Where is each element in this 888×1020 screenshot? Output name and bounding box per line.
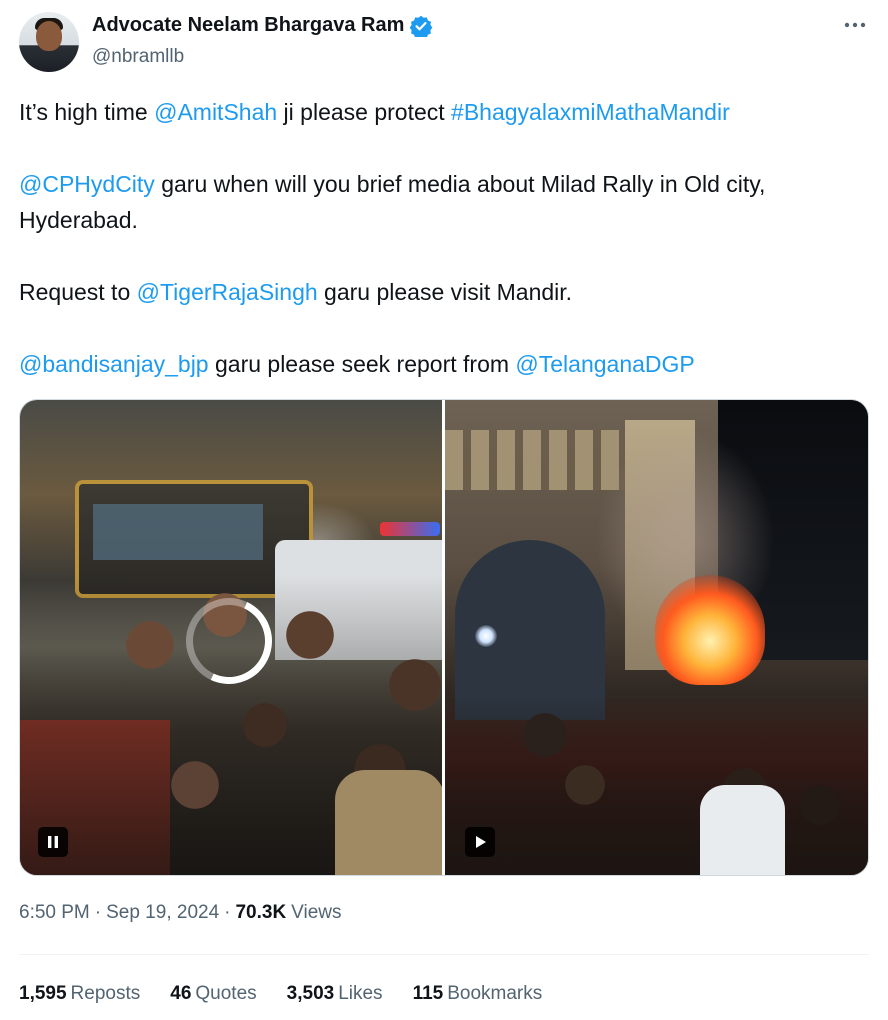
officer-shape — [335, 770, 442, 875]
crowd-shape — [445, 695, 868, 875]
tweet-date[interactable]: Sep 19, 2024 — [106, 902, 219, 924]
avatar[interactable] — [19, 12, 79, 72]
author-name-row: Advocate Neelam Bhargava Ram — [92, 14, 433, 37]
mention-link[interactable]: @CPHydCity — [19, 171, 155, 197]
bookmarks-label: Bookmarks — [447, 983, 543, 1004]
tweet-paragraph: Request to @TigerRajaSingh garu please v… — [19, 274, 869, 310]
meta-separator: · — [94, 902, 102, 923]
reposts-count: 1,595 — [19, 983, 67, 1004]
engagement-stats: 1,595 Reposts 46 Quotes 3,503 Likes 115 Book… — [19, 983, 572, 1005]
hashtag-link[interactable]: #BhagyalaxmiMathaMandir — [451, 99, 730, 125]
tweet-time[interactable]: 6:50 PM — [19, 902, 90, 924]
video-right[interactable] — [445, 400, 868, 875]
likes-label: Likes — [338, 983, 383, 1004]
likes-stat[interactable]: 3,503 Likes — [287, 983, 383, 1005]
text-span: garu please seek report from — [208, 351, 516, 377]
media-grid — [19, 399, 869, 876]
street-lamp-shape — [475, 625, 497, 647]
tweet-text: It’s high time @AmitShah ji please prote… — [19, 94, 869, 382]
bookmarks-count: 115 — [412, 983, 444, 1004]
mention-link[interactable]: @bandisanjay_bjp — [19, 351, 209, 377]
person-shape — [700, 785, 785, 875]
author-display-name[interactable]: Advocate Neelam Bhargava Ram — [92, 14, 404, 37]
mention-link[interactable]: @TelanganaDGP — [515, 351, 694, 377]
verified-badge-icon[interactable] — [410, 15, 433, 37]
text-span: It’s high time — [19, 99, 155, 125]
tweet: Advocate Neelam Bhargava Ram @nbramllb I… — [0, 0, 888, 1020]
pause-icon — [48, 836, 58, 848]
mention-link[interactable]: @AmitShah — [154, 99, 277, 125]
video-left[interactable] — [20, 400, 442, 875]
quotes-count: 46 — [170, 983, 192, 1004]
bookmarks-stat[interactable]: 115 Bookmarks — [413, 983, 543, 1005]
quotes-label: Quotes — [195, 983, 257, 1004]
quotes-stat[interactable]: 46 Quotes — [170, 983, 256, 1005]
meta-separator: · — [224, 902, 231, 923]
play-icon — [476, 836, 486, 848]
tweet-paragraph: @bandisanjay_bjp garu please seek report… — [19, 346, 869, 382]
tweet-paragraph: @CPHydCity garu when will you brief medi… — [19, 166, 869, 238]
tweet-meta: 6:50 PM · Sep 19, 2024 · 70.3K Views — [19, 902, 342, 924]
text-span: garu please visit Mandir. — [317, 279, 573, 305]
likes-count: 3,503 — [286, 983, 335, 1004]
avatar-face — [36, 21, 62, 51]
play-button[interactable] — [465, 827, 495, 857]
text-span: ji please protect — [277, 99, 452, 125]
reposts-label: Reposts — [70, 983, 141, 1004]
reposts-stat[interactable]: 1,595 Reposts — [19, 983, 140, 1005]
pause-button[interactable] — [38, 827, 68, 857]
mention-link[interactable]: @TigerRajaSingh — [137, 279, 318, 305]
divider — [19, 954, 869, 955]
views-label[interactable]: Views — [291, 902, 341, 924]
facade-shape — [445, 430, 625, 490]
fire-shape — [655, 575, 765, 685]
fire-video-frame — [445, 400, 868, 875]
more-options-icon[interactable] — [842, 14, 868, 36]
author-handle[interactable]: @nbramllb — [92, 46, 184, 68]
views-count[interactable]: 70.3K — [235, 902, 286, 924]
text-span: Request to — [19, 279, 137, 305]
tweet-paragraph: It’s high time @AmitShah ji please prote… — [19, 94, 869, 130]
siren-shape — [380, 522, 440, 536]
